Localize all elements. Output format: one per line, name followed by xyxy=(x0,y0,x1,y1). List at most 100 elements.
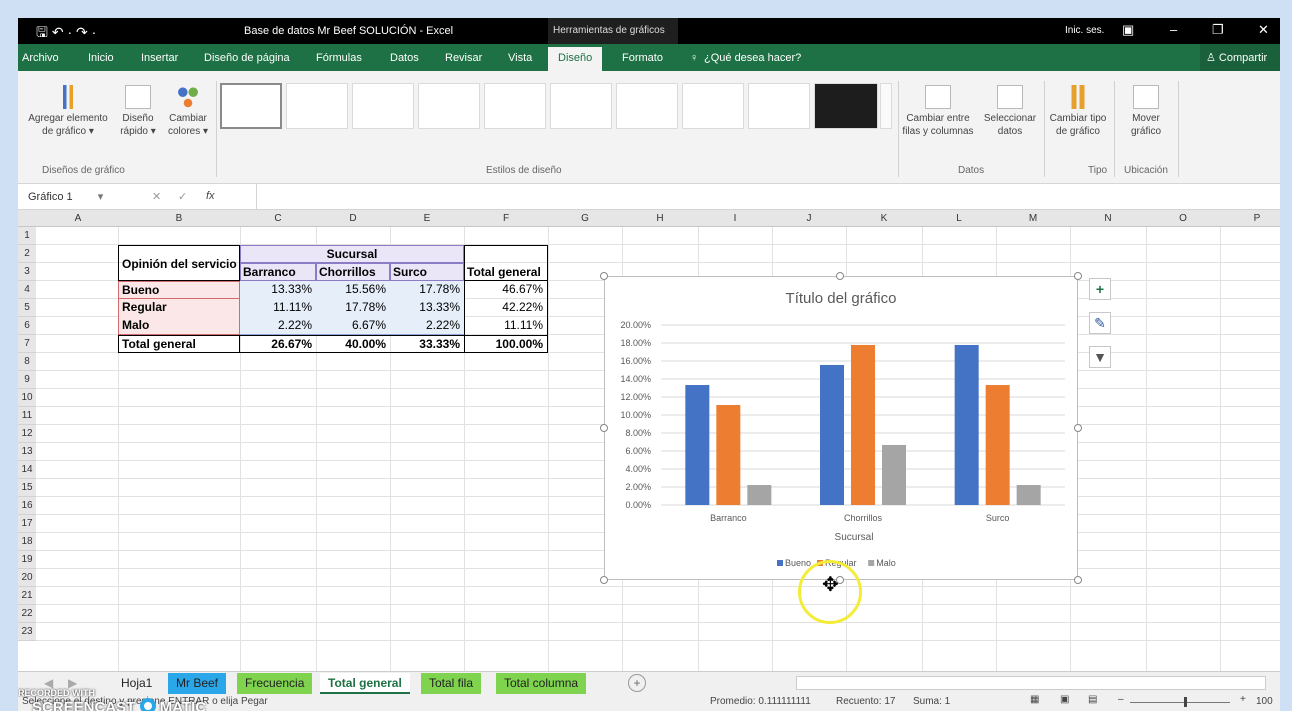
table-cell[interactable]: 13.33% xyxy=(390,299,464,317)
column-header[interactable]: N xyxy=(1070,213,1146,224)
resize-handle[interactable] xyxy=(1074,576,1082,584)
change-chart-type-button[interactable]: Cambiar tipo de gráfico xyxy=(1046,85,1110,138)
sheet-tab-total-columna[interactable]: Total columna xyxy=(496,673,587,694)
column-header[interactable]: G xyxy=(548,213,622,224)
table-row-label[interactable]: Regular xyxy=(118,299,240,317)
name-box[interactable]: Gráfico 1 ▾ xyxy=(22,187,117,207)
row-header[interactable]: 21 xyxy=(18,587,36,605)
resize-handle[interactable] xyxy=(600,576,608,584)
table-cell[interactable]: 42.22% xyxy=(464,299,548,317)
table-total-cell[interactable]: 33.33% xyxy=(390,335,464,353)
zoom-level[interactable]: 100 xyxy=(1256,696,1273,707)
table-row-label[interactable]: Malo xyxy=(118,317,240,335)
x-axis-title[interactable]: Sucursal xyxy=(835,532,874,543)
chart-title[interactable]: Título del gráfico xyxy=(786,290,897,307)
quick-layout-button[interactable]: Diseño rápido ▾ xyxy=(116,85,160,138)
table-total-cell[interactable]: 100.00% xyxy=(464,335,548,353)
chart-style-8[interactable] xyxy=(682,83,744,129)
row-header[interactable]: 4 xyxy=(18,281,36,299)
chart-style-7[interactable] xyxy=(616,83,678,129)
zoom-slider-thumb[interactable] xyxy=(1184,697,1187,707)
row-header[interactable]: 15 xyxy=(18,479,36,497)
chart-style-3[interactable] xyxy=(352,83,414,129)
table-cell[interactable]: 46.67% xyxy=(464,281,548,299)
table-cell[interactable]: 17.78% xyxy=(316,299,390,317)
row-header[interactable]: 1 xyxy=(18,227,36,245)
share-button[interactable]: ♙ Compartir xyxy=(1200,44,1280,71)
enter-icon[interactable]: ✓ xyxy=(178,190,187,203)
row-header[interactable]: 23 xyxy=(18,623,36,641)
sheet-tab-total-fila[interactable]: Total fila xyxy=(421,673,482,694)
resize-handle[interactable] xyxy=(600,272,608,280)
table-column-header[interactable]: Total general xyxy=(464,245,548,281)
table-total-cell[interactable]: 26.67% xyxy=(240,335,316,353)
tab-vista[interactable]: Vista xyxy=(508,52,532,64)
chart-filter-icon[interactable]: ▼ xyxy=(1089,346,1111,368)
zoom-in-icon[interactable]: + xyxy=(1240,694,1246,705)
column-header[interactable]: P xyxy=(1220,213,1280,224)
tab-formato[interactable]: Formato xyxy=(622,52,663,64)
chart-style-2[interactable] xyxy=(286,83,348,129)
table-row-label[interactable]: Bueno xyxy=(118,281,240,299)
sheet-tab-hoja1[interactable]: Hoja1 xyxy=(113,673,160,694)
row-header[interactable]: 9 xyxy=(18,371,36,389)
row-header[interactable]: 11 xyxy=(18,407,36,425)
table-column-header[interactable]: Surco xyxy=(390,263,464,281)
add-chart-element-button[interactable]: Agregar elemento de gráfico ▾ xyxy=(22,85,114,138)
sheet-tab-total-general[interactable]: Total general xyxy=(320,673,410,694)
row-header[interactable]: 12 xyxy=(18,425,36,443)
column-header[interactable]: M xyxy=(996,213,1070,224)
table-cell[interactable]: 11.11% xyxy=(464,317,548,335)
chart-style-4[interactable] xyxy=(418,83,480,129)
page-break-icon[interactable]: ▤ xyxy=(1088,694,1097,705)
sheet-tab-mr-beef[interactable]: Mr Beef xyxy=(168,673,227,694)
move-chart-button[interactable]: Mover gráfico xyxy=(1118,85,1174,138)
column-header[interactable]: E xyxy=(390,213,464,224)
add-sheet-icon[interactable]: + xyxy=(628,674,646,692)
chart-style-10[interactable] xyxy=(814,83,878,129)
chevron-down-icon[interactable]: ▾ xyxy=(98,191,104,203)
row-header[interactable]: 20 xyxy=(18,569,36,587)
chart-style-9[interactable] xyxy=(748,83,810,129)
tab-formulas[interactable]: Fórmulas xyxy=(316,52,362,64)
switch-row-column-button[interactable]: Cambiar entre filas y columnas xyxy=(900,85,976,138)
table-cell[interactable]: 13.33% xyxy=(240,281,316,299)
fx-icon[interactable]: fx xyxy=(206,190,215,202)
row-header[interactable]: 5 xyxy=(18,299,36,317)
row-header[interactable]: 6 xyxy=(18,317,36,335)
zoom-slider[interactable] xyxy=(1130,702,1230,703)
table-total-label[interactable]: Total general xyxy=(118,335,240,353)
tab-archivo[interactable]: Archivo xyxy=(22,52,59,64)
tell-me-box[interactable]: ¿Qué desea hacer? xyxy=(704,52,801,64)
row-header[interactable]: 7 xyxy=(18,335,36,353)
quick-access-toolbar[interactable]: 🖫 ↶ · ↷ · xyxy=(36,22,96,46)
table-group-header[interactable]: Sucursal xyxy=(240,245,464,263)
resize-handle[interactable] xyxy=(1074,272,1082,280)
resize-handle[interactable] xyxy=(1074,424,1082,432)
row-header[interactable]: 2 xyxy=(18,245,36,263)
select-data-button[interactable]: Seleccionar datos xyxy=(980,85,1040,138)
row-header[interactable]: 13 xyxy=(18,443,36,461)
table-cell[interactable]: 15.56% xyxy=(316,281,390,299)
zoom-out-icon[interactable]: – xyxy=(1118,694,1124,705)
ribbon-display-icon[interactable]: ▣ xyxy=(1122,22,1134,38)
column-header[interactable]: K xyxy=(846,213,922,224)
tab-datos[interactable]: Datos xyxy=(390,52,419,64)
table-cell[interactable]: 2.22% xyxy=(240,317,316,335)
row-header[interactable]: 16 xyxy=(18,497,36,515)
row-header[interactable]: 10 xyxy=(18,389,36,407)
row-header[interactable]: 22 xyxy=(18,605,36,623)
chart-object[interactable]: Título del gráfico Sucursal 0.00% 2.00% 4.… xyxy=(604,276,1078,580)
table-cell[interactable]: 6.67% xyxy=(316,317,390,335)
tab-diseno[interactable]: Diseño xyxy=(548,47,603,71)
column-header[interactable]: A xyxy=(38,213,118,224)
column-header[interactable]: H xyxy=(622,213,698,224)
chart-style-6[interactable] xyxy=(550,83,612,129)
column-header[interactable]: D xyxy=(316,213,390,224)
chart-styles-brush-icon[interactable]: ✎ xyxy=(1089,312,1111,334)
column-header[interactable]: O xyxy=(1146,213,1220,224)
close-icon[interactable]: ✕ xyxy=(1258,22,1269,38)
row-header[interactable]: 8 xyxy=(18,353,36,371)
table-total-cell[interactable]: 40.00% xyxy=(316,335,390,353)
column-header[interactable]: C xyxy=(240,213,316,224)
